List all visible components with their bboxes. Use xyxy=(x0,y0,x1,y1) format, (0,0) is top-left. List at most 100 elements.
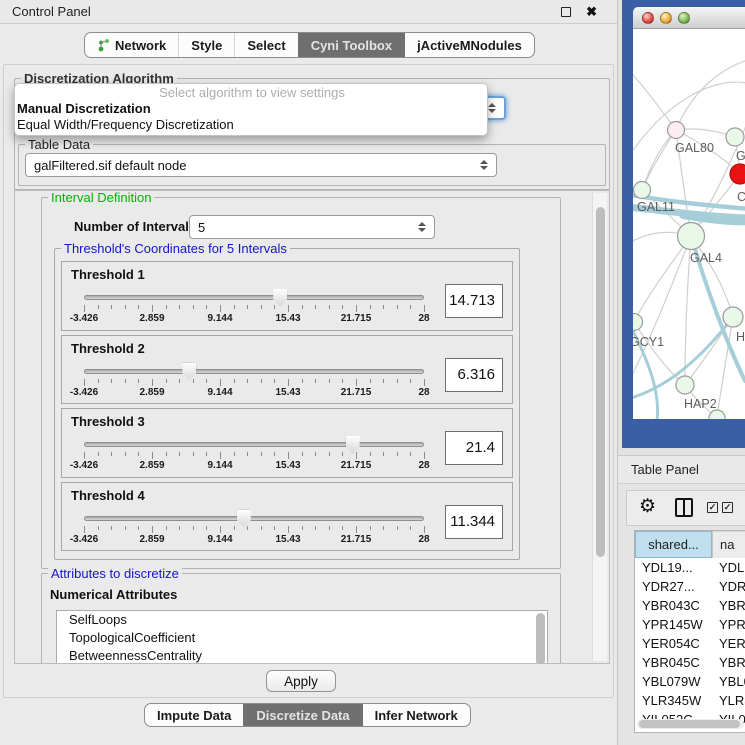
list-scrollbar-thumb[interactable] xyxy=(536,613,545,664)
slider-tick-labels: -3.4262.8599.14415.4321.71528 xyxy=(84,460,424,472)
table-cell-name[interactable]: YBR0 xyxy=(712,653,745,672)
slider-track[interactable] xyxy=(84,295,424,300)
table-row[interactable]: YBL079WYBL0 xyxy=(635,672,745,691)
node-gcy1[interactable] xyxy=(633,314,643,331)
gear-icon[interactable]: ⚙ xyxy=(639,495,656,518)
table-data-group-title: Table Data xyxy=(25,137,93,152)
table-row[interactable]: YER054CYER0 xyxy=(635,634,745,653)
zoom-traffic-light-icon[interactable] xyxy=(678,12,690,24)
attribute-list-item[interactable]: BetweennessCentrality xyxy=(57,647,547,664)
table-cell-shared-name[interactable]: YPR145W xyxy=(635,615,712,634)
node-label-c-partial: C xyxy=(737,190,745,204)
table-row[interactable]: YLR345WYLR3 xyxy=(635,691,745,710)
dropdown-option-equal-width-frequency[interactable]: Equal Width/Frequency Discretization xyxy=(15,117,487,133)
table-cell-name[interactable]: YBL0 xyxy=(712,672,745,691)
threshold-value-field[interactable]: 14.713 xyxy=(445,284,503,318)
threshold-rows: Threshold 1 -3.4262.8599.14415.4321.71528… xyxy=(61,261,513,551)
network-tab-icon xyxy=(97,38,110,52)
slider-track[interactable] xyxy=(84,442,424,447)
table-cell-shared-name[interactable]: YER054C xyxy=(635,634,712,653)
cyni-bottom-tabbar: Impute Data Discretize DataInfer Network xyxy=(144,703,471,727)
dropdown-prompt-item[interactable]: Select algorithm to view settings xyxy=(15,85,487,101)
tab-select[interactable]: Select xyxy=(234,33,297,57)
node-bottom-partial[interactable] xyxy=(709,410,725,419)
slider-track[interactable] xyxy=(84,516,424,521)
network-window-titlebar[interactable] xyxy=(633,7,745,29)
minimize-traffic-light-icon[interactable] xyxy=(660,12,672,24)
table-cell-name[interactable]: YDL1 xyxy=(712,558,745,577)
table-cell-name[interactable]: YER0 xyxy=(712,634,745,653)
node-red-selected[interactable] xyxy=(730,164,745,184)
threshold-value-field[interactable]: 11.344 xyxy=(445,505,503,539)
tab-cyni-toolbox[interactable]: Cyni Toolbox xyxy=(298,33,404,57)
node-label-hap2: HAP2 xyxy=(684,397,717,411)
tab-network[interactable]: Network xyxy=(85,33,178,57)
threshold-slider[interactable]: -3.4262.8599.14415.4321.71528 xyxy=(84,509,424,547)
tab-impute-data[interactable]: Impute Data xyxy=(145,704,243,726)
node-h-partial[interactable] xyxy=(723,307,743,327)
tick-label: 2.859 xyxy=(139,313,164,324)
threshold-label: Threshold 1 xyxy=(71,267,145,282)
table-cell-shared-name[interactable]: YBR043C xyxy=(635,596,712,615)
table-row[interactable]: YPR145WYPR1 xyxy=(635,615,745,634)
table-cell-name[interactable]: YPR1 xyxy=(712,615,745,634)
network-view-window[interactable]: GAL80 GA C GAL11 GAL4 GCY1 H HAP2 xyxy=(622,0,745,448)
threshold-value-field[interactable]: 21.4 xyxy=(445,431,503,465)
scrollbar-thumb[interactable] xyxy=(639,720,740,728)
number-of-intervals-combobox[interactable]: 5 xyxy=(189,215,435,239)
tick-label: 9.144 xyxy=(207,387,232,398)
settings-vertical-scrollbar[interactable] xyxy=(592,193,607,661)
table-horizontal-scrollbar[interactable] xyxy=(637,719,744,729)
table-cell-shared-name[interactable]: YBR045C xyxy=(635,653,712,672)
attributes-group-title: Attributes to discretize xyxy=(48,566,182,581)
table-row[interactable]: YBR045CYBR0 xyxy=(635,653,745,672)
table-cell-shared-name[interactable]: YDL19... xyxy=(635,558,712,577)
apply-button[interactable]: Apply xyxy=(266,670,336,692)
split-columns-icon[interactable] xyxy=(675,498,693,517)
table-row[interactable]: YDL19...YDL1 xyxy=(635,558,745,577)
numerical-attributes-list[interactable]: SelfLoopsTopologicalCoefficientBetweenne… xyxy=(56,610,548,664)
threshold-slider[interactable]: -3.4262.8599.14415.4321.71528 xyxy=(84,362,424,400)
table-cell-shared-name[interactable]: YBL079W xyxy=(635,672,712,691)
table-data-combobox[interactable]: galFiltered.sif default node xyxy=(25,153,497,177)
control-panel-tabbar: NetworkStyleSelectCyni ToolboxjActiveMNo… xyxy=(84,32,535,58)
table-row[interactable]: YBR043CYBR0 xyxy=(635,596,745,615)
tab-jactivemnodules[interactable]: jActiveMNodules xyxy=(404,33,534,57)
close-traffic-light-icon[interactable] xyxy=(642,12,654,24)
slider-track[interactable] xyxy=(84,369,424,374)
tab-label: Impute Data xyxy=(157,708,231,723)
table-row[interactable]: YDR27...YDR2 xyxy=(635,577,745,596)
threshold-slider[interactable]: -3.4262.8599.14415.4321.71528 xyxy=(84,288,424,326)
attribute-list-item[interactable]: TopologicalCoefficient xyxy=(57,629,547,647)
column-header-shared-name[interactable]: shared... xyxy=(635,531,712,558)
attribute-list-item[interactable]: SelfLoops xyxy=(57,611,547,629)
table-cell-shared-name[interactable]: YLR345W xyxy=(635,691,712,710)
node-gal-partial[interactable] xyxy=(726,128,744,146)
tick-label: 28 xyxy=(418,534,429,545)
threshold-label: Threshold 3 xyxy=(71,414,145,429)
float-window-icon[interactable] xyxy=(561,7,571,17)
checkbox-icon[interactable]: ✓ xyxy=(707,502,718,513)
network-canvas[interactable]: GAL80 GA C GAL11 GAL4 GCY1 H HAP2 xyxy=(633,29,745,419)
table-cell-name[interactable]: YLR3 xyxy=(712,691,745,710)
threshold-slider[interactable]: -3.4262.8599.14415.4321.71528 xyxy=(84,435,424,473)
node-gal80[interactable] xyxy=(668,122,685,139)
close-icon[interactable]: ✖ xyxy=(586,4,597,20)
checkbox-icon[interactable]: ✓ xyxy=(722,502,733,513)
threshold-value-field[interactable]: 6.316 xyxy=(445,358,503,392)
node-hap2[interactable] xyxy=(676,376,694,394)
node-gal11[interactable] xyxy=(634,182,651,199)
scrollbar-thumb[interactable] xyxy=(596,207,605,557)
tab-discretize-data[interactable]: Discretize Data xyxy=(243,704,361,726)
dropdown-option-manual-discretization[interactable]: Manual Discretization xyxy=(15,101,487,117)
tab-style[interactable]: Style xyxy=(178,33,234,57)
table-cell-shared-name[interactable]: YDR27... xyxy=(635,577,712,596)
number-of-intervals-label: Number of Intervals xyxy=(74,219,196,234)
control-panel-title: Control Panel xyxy=(12,0,91,24)
interval-definition-group: Interval Definition Number of Intervals … xyxy=(41,197,561,569)
tab-infer-network[interactable]: Infer Network xyxy=(362,704,470,726)
table-cell-name[interactable]: YDR2 xyxy=(712,577,745,596)
table-cell-name[interactable]: YBR0 xyxy=(712,596,745,615)
column-header-name[interactable]: na xyxy=(712,531,745,558)
node-gal4[interactable] xyxy=(678,223,705,250)
